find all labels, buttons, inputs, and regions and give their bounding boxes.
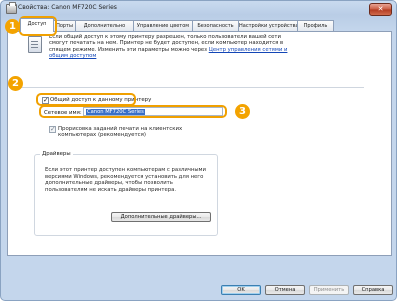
tab-color-management[interactable]: Управление цветом [133, 20, 193, 31]
drivers-group-title: Драйверы [40, 151, 73, 157]
render-jobs-label: Прорисовка заданий печати на клиентских … [58, 126, 183, 139]
printer-properties-window: Свойства: Canon MF720C Series ✕ Доступ П… [0, 0, 397, 301]
tab-sharing[interactable]: Доступ [20, 18, 54, 32]
tab-security[interactable]: Безопасность [192, 20, 239, 31]
tab-advanced[interactable]: Дополнительно [75, 20, 134, 31]
cancel-button[interactable]: Отмена [265, 285, 305, 295]
render-jobs-checkbox[interactable] [49, 125, 56, 133]
document-icon [28, 36, 42, 53]
window-title: Свойства: Canon MF720C Series [18, 4, 117, 11]
tab-device-settings[interactable]: Настройки устройства [238, 20, 298, 31]
callout-badge-1: 1 [5, 19, 20, 34]
title-bar[interactable]: Свойства: Canon MF720C Series ✕ [1, 1, 396, 17]
help-button[interactable]: Справка [353, 285, 393, 295]
ok-button[interactable]: OK [221, 285, 261, 295]
callout-badge-3: 3 [235, 104, 250, 119]
divider [19, 87, 364, 88]
sharing-info-text: Если общий доступ к этому принтеру разре… [49, 34, 294, 60]
additional-drivers-button[interactable]: Дополнительные драйверы... [111, 212, 211, 222]
callout-badge-2: 2 [8, 76, 23, 91]
close-button[interactable]: ✕ [369, 3, 392, 16]
drivers-description: Если этот принтер доступен компьютерам с… [45, 167, 206, 193]
printer-icon [6, 2, 17, 14]
tab-strip: Доступ Порты Дополнительно Управление цв… [7, 18, 391, 32]
callout-box-3 [39, 105, 227, 118]
tab-profile[interactable]: Профиль [297, 20, 334, 31]
apply-button[interactable]: Применить [309, 285, 349, 295]
